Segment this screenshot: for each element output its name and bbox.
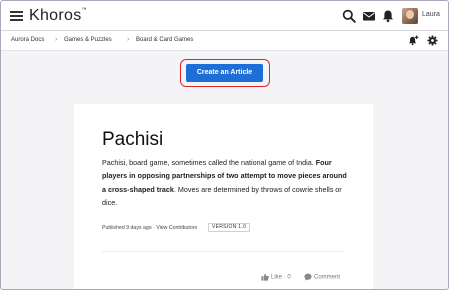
- khoros-logo[interactable]: Khoros™: [29, 7, 87, 25]
- article-body: Pachisi, board game, sometimes called th…: [102, 156, 347, 209]
- like-label: Like: [271, 274, 283, 281]
- chevron-right-icon: ›: [55, 36, 58, 43]
- comment-label: Comment: [314, 274, 341, 281]
- article-meta: Published 9 days ago · View Contributors: [102, 225, 197, 231]
- bell-plus-icon[interactable]: [408, 35, 419, 46]
- breadcrumb-item-board-card-games[interactable]: Board & Card Games: [136, 37, 193, 43]
- breadcrumb-item-games-puzzles[interactable]: Games & Puzzles: [64, 37, 112, 43]
- breadcrumb: Aurora Docs › Games & Puzzles › Board & …: [1, 31, 448, 51]
- page-title: Pachisi: [102, 129, 164, 150]
- gear-icon[interactable]: [427, 35, 438, 46]
- article-card: Pachisi Pachisi, board game, sometimes c…: [74, 104, 373, 289]
- logo-text: Khoros: [29, 7, 82, 24]
- avatar[interactable]: [402, 8, 418, 24]
- comment-button[interactable]: Comment: [304, 273, 340, 281]
- envelope-icon[interactable]: [362, 9, 376, 23]
- thumbs-up-icon: [261, 273, 269, 281]
- published-date: Published 9 days ago: [102, 225, 152, 231]
- divider: [102, 251, 345, 252]
- view-contributors-link[interactable]: View Contributors: [156, 225, 197, 231]
- chevron-right-icon: ›: [127, 36, 130, 43]
- speech-bubble-icon: [304, 273, 312, 281]
- article-body-intro: Pachisi, board game, sometimes called th…: [102, 158, 316, 167]
- hamburger-icon[interactable]: [10, 11, 23, 21]
- breadcrumb-item-aurora-docs[interactable]: Aurora Docs: [11, 37, 44, 43]
- bell-icon[interactable]: [381, 9, 395, 23]
- user-name[interactable]: Laura: [422, 11, 440, 18]
- search-icon[interactable]: [342, 9, 356, 23]
- top-navbar: Khoros™ Laura: [1, 1, 448, 31]
- like-button[interactable]: Like · 0: [261, 273, 291, 281]
- version-badge: VERSION 1.0: [208, 223, 251, 232]
- create-article-button[interactable]: Create an Article: [186, 64, 263, 82]
- like-count: 0: [287, 274, 291, 281]
- app-window: Khoros™ Laura Aurora Docs › Games & Puzz…: [0, 0, 449, 290]
